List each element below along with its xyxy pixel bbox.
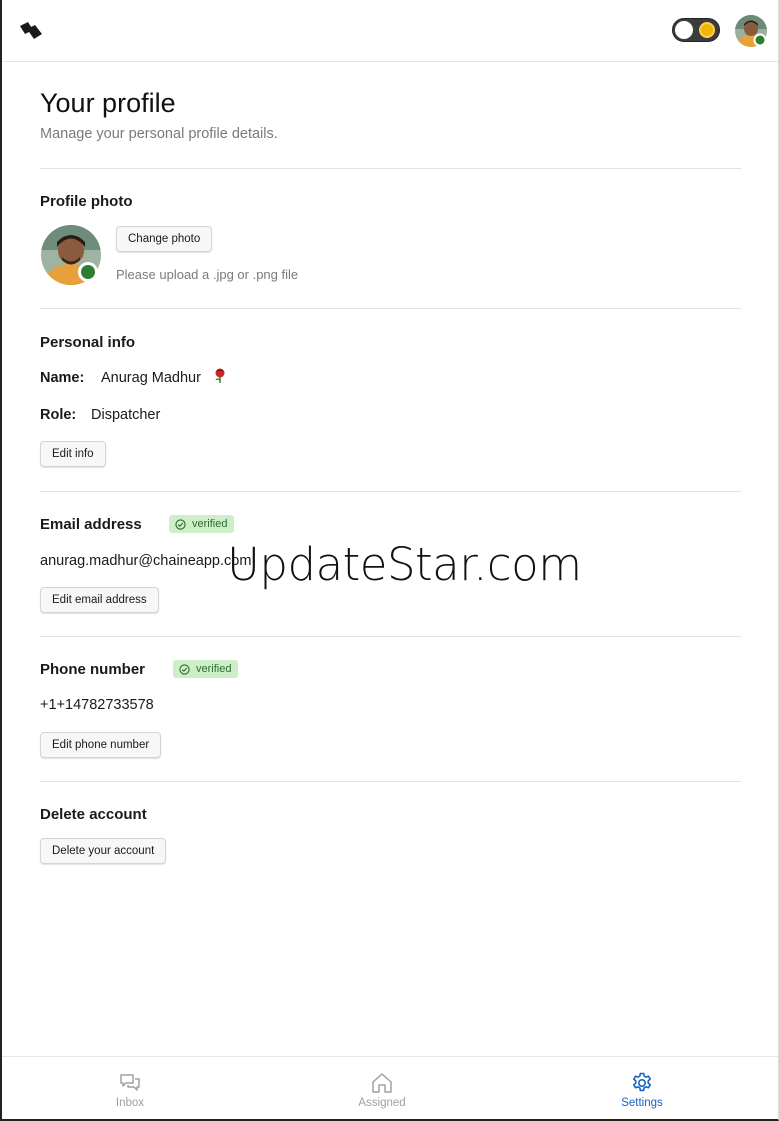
- nav-item-inbox[interactable]: Inbox: [85, 1057, 175, 1120]
- profile-avatar: [41, 225, 101, 285]
- bottom-nav: Inbox Assigned Settings: [2, 1056, 778, 1119]
- page-subtitle: Manage your personal profile details.: [40, 126, 278, 142]
- change-photo-button[interactable]: Change photo: [116, 226, 213, 252]
- divider: [40, 168, 741, 169]
- edit-info-button[interactable]: Edit info: [40, 441, 106, 467]
- edit-email-button[interactable]: Edit email address: [40, 587, 159, 613]
- role-label: Role:: [40, 407, 77, 423]
- divider: [40, 781, 741, 782]
- badge-label: verified: [192, 518, 228, 530]
- top-bar: [2, 0, 778, 62]
- upload-hint: Please upload a .jpg or .png file: [116, 267, 299, 282]
- edit-phone-button[interactable]: Edit phone number: [40, 732, 162, 758]
- nav-label-inbox: Inbox: [115, 1097, 145, 1109]
- user-avatar[interactable]: [735, 15, 767, 47]
- name-label: Name:: [40, 370, 85, 386]
- profile-photo-title: Profile photo: [40, 193, 133, 210]
- nav-item-settings[interactable]: Settings: [597, 1057, 687, 1120]
- check-circle-icon: [179, 663, 190, 675]
- role-value: Dispatcher: [91, 407, 161, 423]
- email-title: Email address: [40, 516, 142, 533]
- divider: [40, 491, 741, 492]
- phone-value: +1+14782733578: [40, 697, 154, 713]
- nav-label-assigned: Assigned: [358, 1097, 406, 1109]
- rose-icon: [215, 368, 225, 383]
- chaine-logo-icon[interactable]: [18, 20, 44, 42]
- divider: [40, 636, 741, 637]
- phone-verified-badge: verified: [173, 660, 239, 678]
- watermark: UpdateStar.com: [227, 538, 582, 591]
- phone-title: Phone number: [40, 661, 146, 678]
- sun-icon: [699, 22, 715, 38]
- personal-info-title: Personal info: [40, 334, 136, 351]
- page-title: Your profile: [40, 88, 176, 118]
- toggle-knob: [675, 21, 693, 39]
- delete-account-button[interactable]: Delete your account: [40, 838, 167, 864]
- name-value: Anurag Madhur: [101, 370, 201, 386]
- email-verified-badge: verified: [169, 515, 235, 533]
- check-circle-icon: [175, 518, 186, 530]
- nav-label-settings: Settings: [621, 1097, 663, 1109]
- badge-label: verified: [196, 663, 232, 675]
- gear-icon: [633, 1072, 651, 1092]
- theme-toggle[interactable]: [672, 18, 720, 42]
- divider: [40, 308, 741, 309]
- delete-account-title: Delete account: [40, 806, 147, 823]
- chat-bubbles-icon: [120, 1074, 140, 1091]
- home-icon: [372, 1073, 392, 1093]
- nav-item-assigned[interactable]: Assigned: [337, 1057, 427, 1120]
- email-value: anurag.madhur@chaineapp.com: [40, 553, 252, 569]
